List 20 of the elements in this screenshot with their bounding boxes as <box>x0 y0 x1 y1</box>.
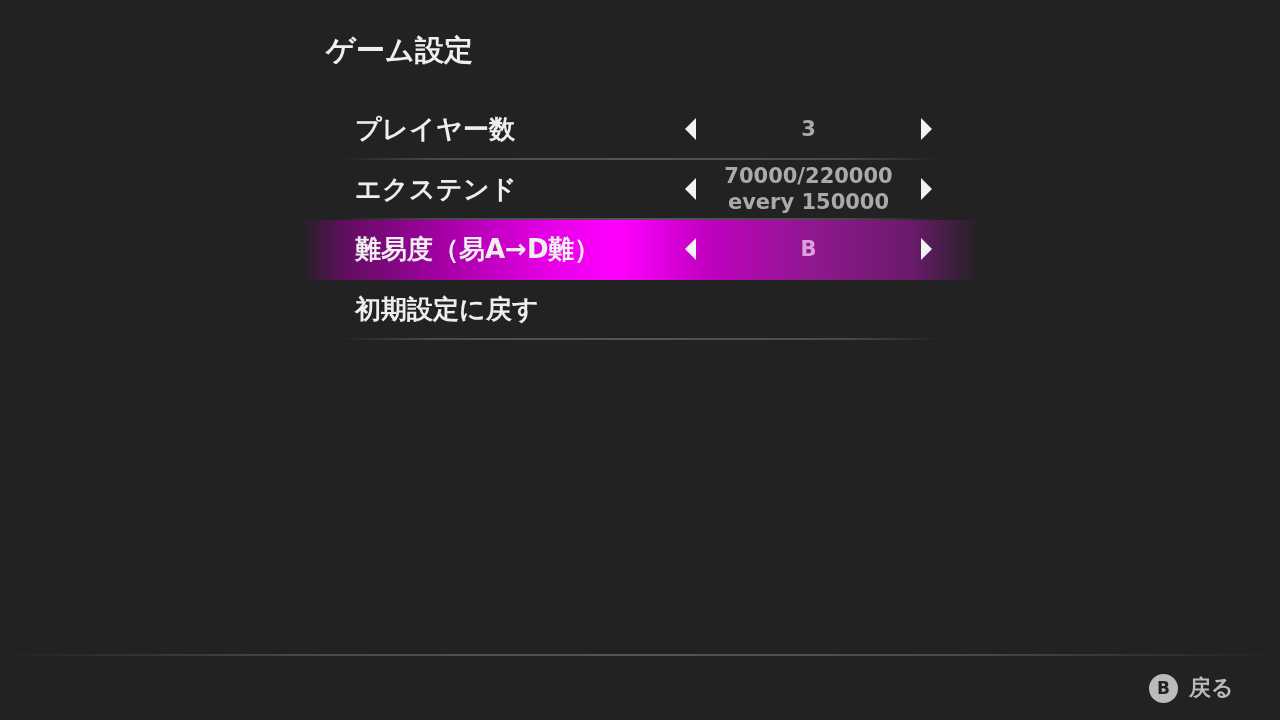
setting-value: B <box>800 236 817 262</box>
setting-label: 初期設定に戻す <box>355 292 540 326</box>
setting-row[interactable]: プレイヤー数 3 <box>300 100 980 160</box>
right-arrow-icon[interactable] <box>921 118 932 140</box>
setting-label: エクステンド <box>355 172 518 206</box>
setting-value: 3 <box>801 116 816 142</box>
setting-row[interactable]: エクステンド 70000/220000 every 150000 <box>300 160 980 220</box>
left-arrow-icon[interactable] <box>685 118 696 140</box>
setting-label: 難易度（易A→D難） <box>355 232 602 266</box>
screen-title: ゲーム設定 <box>326 32 473 69</box>
setting-label: プレイヤー数 <box>355 112 516 146</box>
setting-row[interactable]: 初期設定に戻す <box>300 280 980 340</box>
left-arrow-icon[interactable] <box>685 178 696 200</box>
back-button[interactable]: B 戻る <box>1147 671 1236 705</box>
setting-value: every 150000 <box>727 189 890 215</box>
setting-value: 70000/220000 <box>724 163 893 189</box>
selected-setting-row[interactable]: 難易度（易A→D難） B <box>300 220 980 280</box>
right-arrow-icon[interactable] <box>921 178 932 200</box>
b-key-glyph: B <box>1149 673 1178 703</box>
right-arrow-icon[interactable] <box>921 238 932 260</box>
